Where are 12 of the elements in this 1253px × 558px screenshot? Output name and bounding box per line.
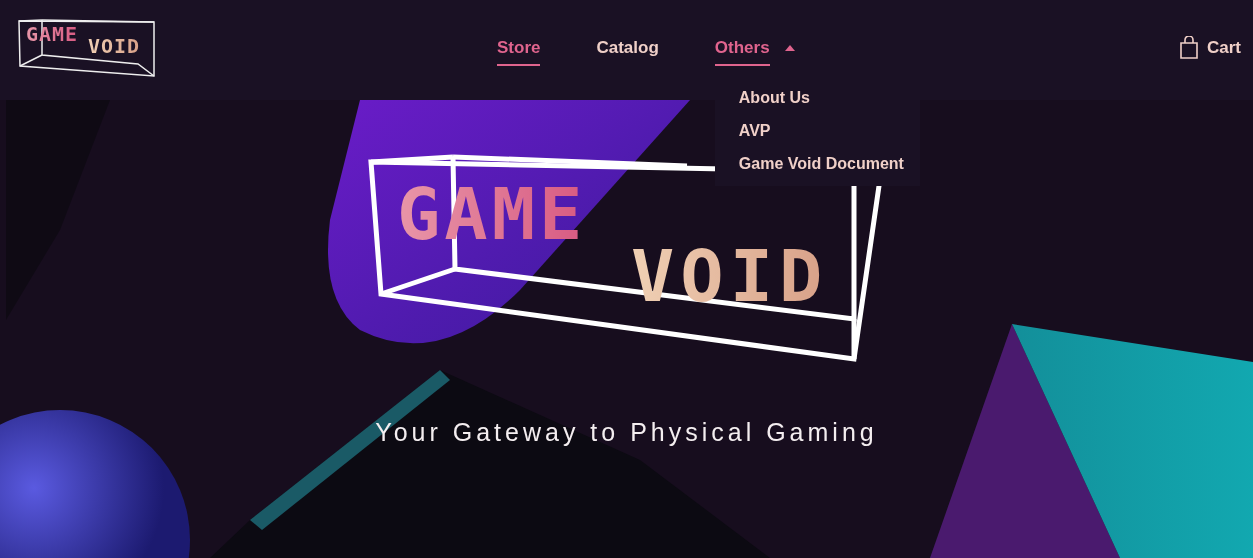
- caret-icon[interactable]: [783, 44, 796, 52]
- cart-label: Cart: [1207, 38, 1241, 58]
- dropdown-item[interactable]: About Us: [738, 88, 904, 108]
- nav-link[interactable]: Catalog: [596, 38, 659, 66]
- logo-text[interactable]: VOID: [88, 36, 141, 56]
- shopping-bag-icon: [1179, 36, 1199, 60]
- dropdown-item[interactable]: Game Void Document: [738, 154, 904, 174]
- cart-link[interactable]: Cart: [1179, 36, 1241, 60]
- dropdown-item[interactable]: AVP: [738, 121, 904, 141]
- nav-link[interactable]: Others: [714, 38, 770, 66]
- tagline: Your Gateway to Physical Gaming: [375, 418, 878, 447]
- nav-link[interactable]: Store: [497, 38, 541, 66]
